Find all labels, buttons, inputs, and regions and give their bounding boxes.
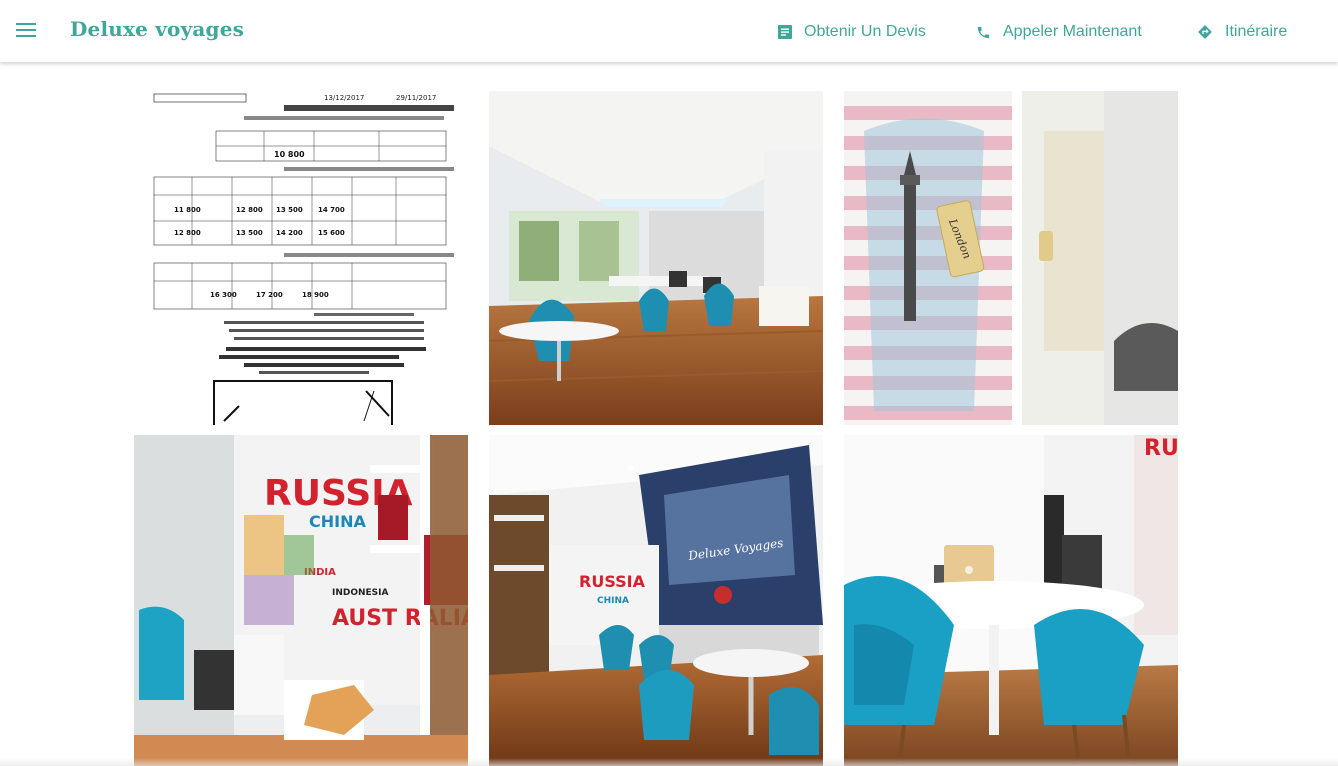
directions-icon — [1198, 25, 1212, 39]
flyer-price: 15 600 — [318, 229, 345, 237]
flyer-price: 11 800 — [174, 206, 201, 214]
photo-world-map-wall[interactable]: RUSSIA CHINA INDIA INDONESIA AUST RALIA — [134, 435, 468, 766]
flyer-date-2: 29/11/2017 — [396, 94, 436, 102]
brand-title[interactable]: Deluxe voyages — [70, 17, 244, 41]
flyer-price: 17 200 — [256, 291, 283, 299]
directions-link[interactable]: Itinéraire — [1197, 21, 1287, 43]
call-now-link[interactable]: Appeler Maintenant — [976, 21, 1142, 43]
document-icon — [778, 25, 792, 39]
map-word-russia-2: RUSSIA — [579, 572, 646, 591]
flyer-price: 12 800 — [236, 206, 263, 214]
flyer-price: 10 800 — [274, 150, 305, 159]
flyer-price: 14 200 — [276, 229, 303, 237]
map-word-indonesia: INDONESIA — [332, 588, 389, 598]
map-word-china-2: CHINA — [597, 596, 629, 606]
call-now-label: Appeler Maintenant — [1003, 23, 1142, 40]
flyer-date-1: 13/12/2017 — [324, 94, 364, 102]
hamburger-menu-icon[interactable] — [16, 22, 36, 38]
flyer-price: 14 700 — [318, 206, 345, 214]
map-corner-text: RU — [1144, 436, 1178, 461]
flyer-price: 12 800 — [174, 229, 201, 237]
photo-meeting-table[interactable]: RU — [844, 435, 1178, 766]
directions-label: Itinéraire — [1225, 23, 1288, 40]
flyer-price: 16 300 — [210, 291, 237, 299]
photo-london-bottle[interactable]: London — [844, 91, 1178, 425]
photo-price-list[interactable]: 13/12/2017 29/11/2017 10 800 11 800 12 8… — [134, 91, 468, 425]
flyer-price: 13 500 — [276, 206, 303, 214]
phone-icon — [977, 26, 990, 38]
get-quote-link[interactable]: Obtenir Un Devis — [778, 21, 926, 43]
photo-agency-office[interactable] — [489, 91, 823, 425]
map-word-china: CHINA — [309, 512, 366, 531]
flyer-price: 18 900 — [302, 291, 329, 299]
top-app-bar: Deluxe voyages Obtenir Un Devis Appeler … — [0, 0, 1338, 62]
get-quote-label: Obtenir Un Devis — [804, 23, 926, 40]
photo-reception-desk[interactable]: Deluxe Voyages RUSSIA CHINA — [489, 435, 823, 766]
bottom-shadow — [0, 758, 1338, 766]
flyer-price: 13 500 — [236, 229, 263, 237]
